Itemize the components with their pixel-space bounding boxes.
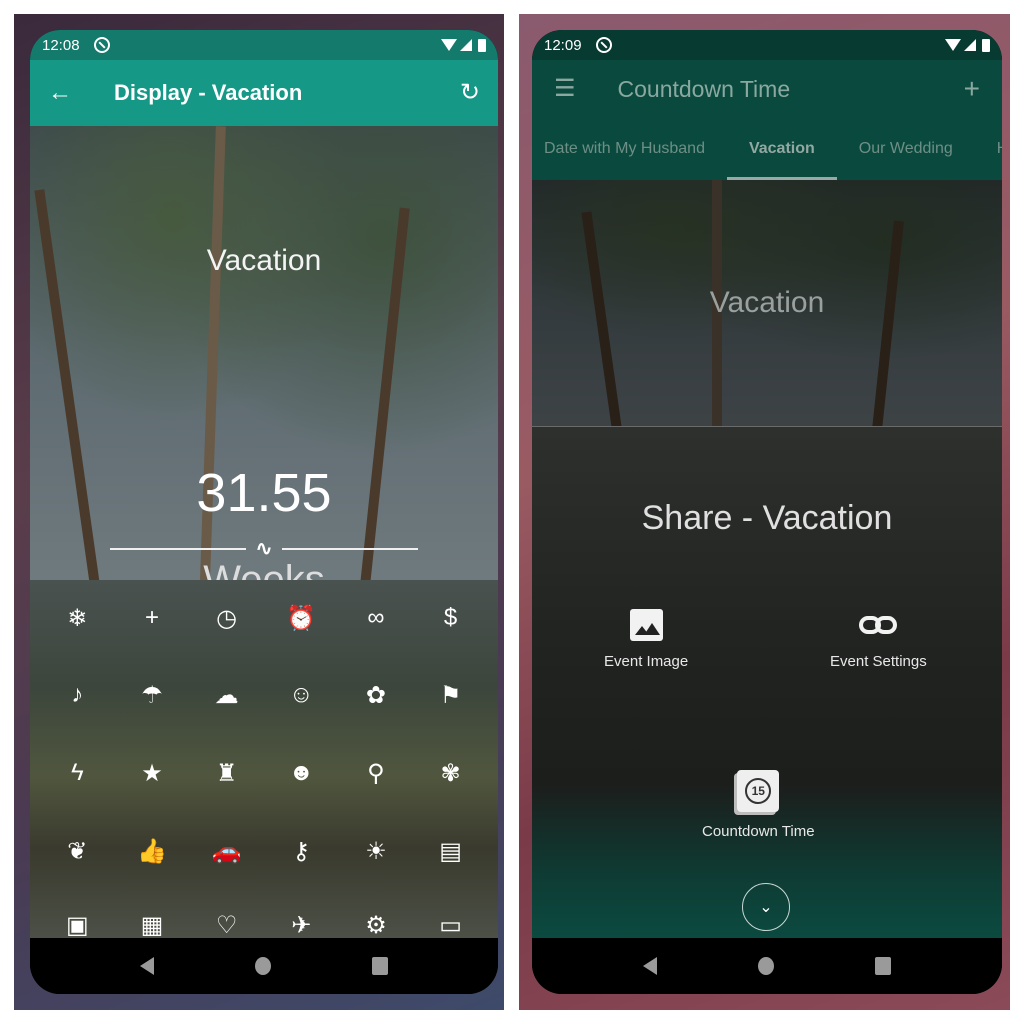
divider-line [282,547,419,550]
car-icon[interactable]: 🚗 [207,831,247,871]
beach-umbrella-icon[interactable]: ☂ [132,675,172,715]
battery-icon [982,38,990,52]
nav-home-icon[interactable] [254,957,271,975]
motorcycle-icon[interactable]: ⚙ [356,905,396,939]
chevron-down-icon: ⌄ [759,899,773,916]
key-icon[interactable]: ⚷ [281,831,321,871]
tab-vacation[interactable]: Vacation [726,118,837,180]
nav-home-icon[interactable] [757,957,774,975]
signal-icon [460,39,472,51]
countdown-value: 31.55 [196,463,332,523]
face-icon[interactable]: ☺ [281,675,321,715]
flash-icon[interactable]: ϟ [57,753,97,793]
wifi-icon [441,39,457,51]
icon-grid-row: ❦ 👍 🚗 ⚷ ☀ ▤ [30,831,498,871]
status-bar: 12:08 [30,30,498,60]
spa-icon[interactable]: ❦ [57,831,97,871]
heart-icon[interactable]: ♡ [207,905,247,939]
calendar-15-icon: 15 [737,770,780,812]
alarm-icon[interactable]: ⏰ [281,598,321,638]
event-tabs: Date with My Husband Vacation Our Weddin… [532,118,1002,180]
tab-hiking[interactable]: Hiki [975,118,1002,180]
link-icon [859,616,898,634]
infinity-icon[interactable]: ∞ [356,598,396,638]
nav-back-icon[interactable] [642,957,657,975]
battery-icon [478,38,486,52]
sofa-icon[interactable]: ▭ [431,905,471,939]
collapse-sheet-button[interactable]: ⌄ [742,883,790,931]
share-sheet: Share - Vacation Event Image Event Setti… [532,426,1002,938]
phone-screen-share: 12:09 ☰ Countdown Time + Date with My Hu… [532,30,1002,994]
signal-icon [964,39,976,51]
local-florist-icon[interactable]: ✾ [431,753,471,793]
smiley-icon[interactable]: ☻ [281,753,321,793]
share-option-label: Countdown Time [702,823,815,840]
share-event-image-button[interactable]: Event Image [604,605,688,670]
share-event-settings-button[interactable]: Event Settings [830,605,927,670]
nav-recents-icon[interactable] [875,957,892,975]
countdown-unit: Weeks [203,558,325,580]
icon-picker-grid: ❄ + ◷ ⏰ ∞ $ ♪ ☂ ☁ ☺ ✿ ⚑ ϟ ★ ♜ ☻ ⚲ ✾ ❦ 👍 🚗 ⚷ ☀ ▤ ▣ ▦ ♡ ✈ ⚙ ▭ [30,580,498,938]
status-bar: 12:09 [532,30,1002,60]
system-nav-bar [532,938,1002,994]
system-nav-bar [30,938,498,994]
right-screenshot: 12:09 ☰ Countdown Time + Date with My Hu… [519,14,1010,1010]
left-screenshot: 12:08 ← Display - Vacation ↻ Vacation 31… [14,14,504,1010]
status-time: 12:09 [544,36,582,54]
share-sheet-title: Share - Vacation [641,499,893,537]
icon-grid-row: ϟ ★ ♜ ☻ ⚲ ✾ [30,753,498,793]
nav-recents-icon[interactable] [371,957,388,975]
share-option-label: Event Image [604,653,689,670]
clock-icon[interactable]: ◷ [207,598,247,638]
icon-grid-row: ❄ + ◷ ⏰ ∞ $ [30,598,498,638]
tab-our-wedding[interactable]: Our Wedding [837,118,975,180]
cloud-icon[interactable]: ☁ [207,675,247,715]
do-not-disturb-icon [595,37,612,53]
tab-date-with-my-husband[interactable]: Date with My Husband [532,118,727,180]
flashlight-icon[interactable]: ♜ [207,753,247,793]
image-icon [629,609,663,641]
calendar-icon[interactable]: ▦ [132,905,172,939]
status-time: 12:08 [42,36,80,54]
event-title: Vacation [709,286,825,319]
divider-line [110,547,246,550]
share-option-label: Event Settings [830,653,927,670]
phone-screen-display: 12:08 ← Display - Vacation ↻ Vacation 31… [30,30,498,994]
snowflake-icon[interactable]: ❄ [57,598,97,638]
plus-icon[interactable]: + [964,75,980,103]
event-title: Vacation [206,244,322,277]
app-bar: ☰ Countdown Time + [532,60,1002,118]
dollar-icon[interactable]: $ [431,598,471,638]
sun-icon[interactable]: ☀ [356,831,396,871]
do-not-disturb-icon [93,37,110,53]
plus-icon[interactable]: + [132,598,172,638]
lightbulb-icon[interactable]: ⚲ [356,753,396,793]
airplane-icon[interactable]: ✈ [281,905,321,939]
music-note-icon[interactable]: ♪ [57,675,97,715]
palm-trunk [581,211,622,431]
app-bar: ← Display - Vacation ↻ [30,60,498,126]
nav-back-icon[interactable] [140,957,155,975]
refresh-icon[interactable]: ↻ [460,81,480,105]
palm-trunk [872,220,904,431]
icon-grid-row: ♪ ☂ ☁ ☺ ✿ ⚑ [30,675,498,715]
share-countdown-time-button[interactable]: 15 Countdown Time [702,767,815,840]
flag-icon[interactable]: ⚑ [431,675,471,715]
arrow-left-icon[interactable]: ← [48,81,72,105]
page-title: Display - Vacation [114,80,303,105]
briefcase-icon[interactable]: ▣ [57,905,97,939]
wifi-icon [945,39,961,51]
flower-gear-icon[interactable]: ✿ [356,675,396,715]
calendar-badge: 15 [745,778,772,804]
star-icon[interactable]: ★ [132,753,172,793]
app-title: Countdown Time [617,75,791,102]
gift-card-icon[interactable]: ▤ [431,831,471,871]
hamburger-menu-icon[interactable]: ☰ [554,77,576,101]
thumbs-up-icon[interactable]: 👍 [132,831,172,871]
icon-grid-row: ▣ ▦ ♡ ✈ ⚙ ▭ [30,905,498,939]
